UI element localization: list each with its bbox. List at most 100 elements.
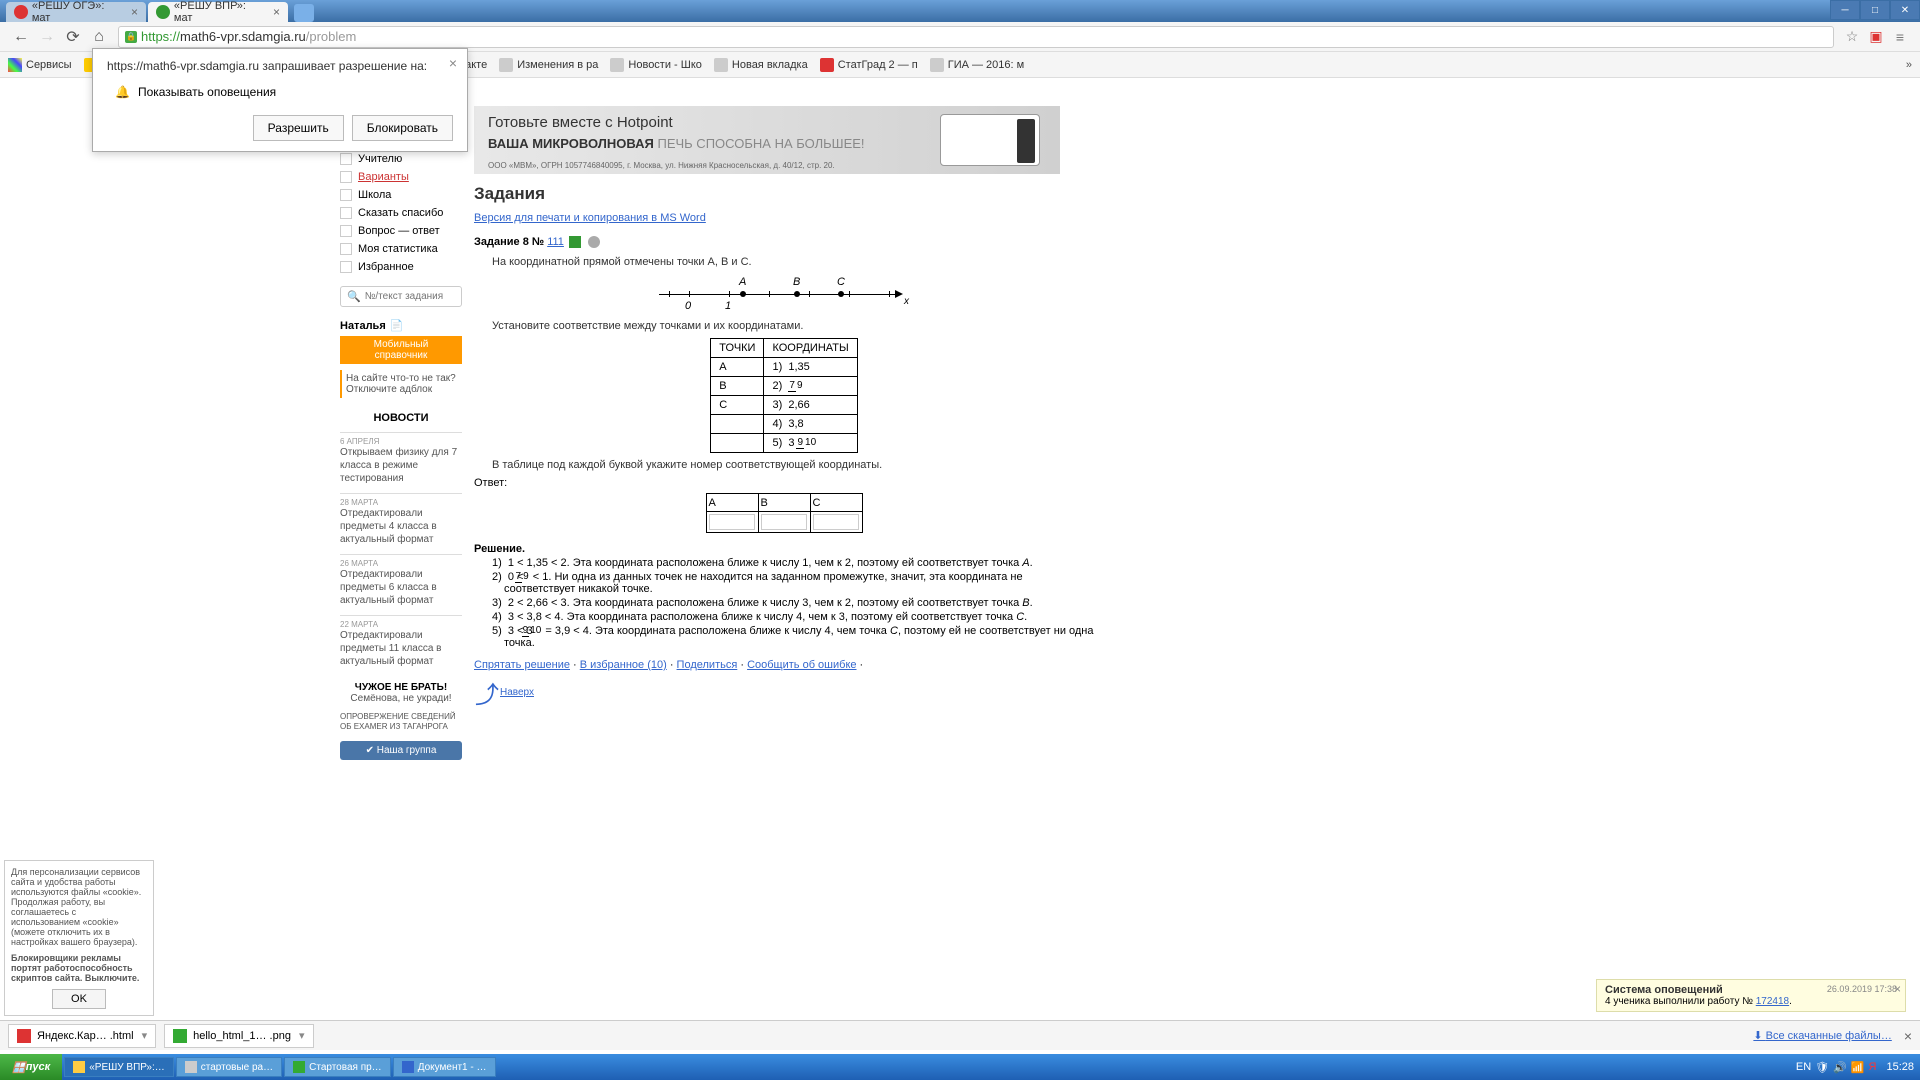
favorite-link[interactable]: В избранное (10) bbox=[580, 659, 667, 671]
minimize-button[interactable]: ─ bbox=[1831, 1, 1859, 19]
browser-tab[interactable]: «РЕШУ ОГЭ»: мат × bbox=[6, 2, 146, 22]
browser-tab[interactable]: «РЕШУ ВПР»: мат × bbox=[148, 2, 288, 22]
permission-text: https://math6-vpr.sdamgia.ru запрашивает… bbox=[107, 59, 453, 73]
permission-item: 🔔 Показывать оповещения bbox=[115, 85, 453, 99]
language-indicator[interactable]: EN bbox=[1796, 1061, 1811, 1073]
adblock-notice: На сайте что-то не так? Отключите адблок bbox=[340, 370, 462, 398]
taskbar-item[interactable]: Документ1 - … bbox=[393, 1057, 496, 1077]
hide-solution-link[interactable]: Спрятать решение bbox=[474, 659, 570, 671]
taskbar-item[interactable]: стартовые ра… bbox=[176, 1057, 282, 1077]
handbook-button[interactable]: Мобильный справочник bbox=[340, 336, 462, 364]
report-error-link[interactable]: Сообщить об ошибке bbox=[747, 659, 856, 671]
sidebar-item[interactable]: Школа bbox=[340, 186, 462, 204]
tray-icon[interactable]: 🛡 bbox=[1815, 1061, 1829, 1074]
share-link[interactable]: Поделиться bbox=[677, 659, 738, 671]
show-all-downloads-link[interactable]: ⬇ Все скачанные файлы… bbox=[1753, 1029, 1891, 1042]
answer-table: ABC bbox=[706, 493, 863, 533]
disclaimer[interactable]: ОПРОВЕРЖЕНИЕ СВЕДЕНИЙ ОБ EXAMER ИЗ ТАГАН… bbox=[340, 712, 462, 733]
tab-favicon-icon bbox=[14, 5, 28, 19]
news-item[interactable]: 28 МАРТАОтредактировали предметы 4 класс… bbox=[340, 493, 462, 546]
sidebar-item[interactable]: Вопрос — ответ bbox=[340, 222, 462, 240]
task-dot-icon[interactable] bbox=[588, 236, 600, 248]
bookmark-item[interactable]: Новости - Шко bbox=[610, 58, 702, 72]
clock[interactable]: 15:28 bbox=[1886, 1061, 1914, 1073]
download-item[interactable]: hello_html_1… .png ▾ bbox=[164, 1024, 313, 1048]
task-text: На координатной прямой отмечены точки A,… bbox=[492, 256, 1094, 268]
apps-button[interactable]: Сервисы bbox=[8, 58, 72, 72]
answer-input-a[interactable] bbox=[709, 514, 755, 530]
close-button[interactable]: ✕ bbox=[1891, 1, 1919, 19]
sidebar-item[interactable]: Учителю bbox=[340, 150, 462, 168]
vk-group-button[interactable]: ✔ Наша группа bbox=[340, 741, 462, 760]
sidebar-item[interactable]: Сказать спасибо bbox=[340, 204, 462, 222]
to-top-link[interactable]: ⤴ Наверх bbox=[474, 679, 1094, 705]
block-button[interactable]: Блокировать bbox=[352, 115, 453, 141]
answer-input-b[interactable] bbox=[761, 514, 807, 530]
ad-fine-print: ООО «МВМ», ОГРН 1057746840095, г. Москва… bbox=[488, 161, 835, 170]
news-item[interactable]: 6 АПРЕЛЯОткрываем физику для 7 класса в … bbox=[340, 432, 462, 485]
bookmark-item[interactable]: СтатГрад 2 — п bbox=[820, 58, 918, 72]
close-icon[interactable]: × bbox=[449, 55, 457, 71]
tray-icon[interactable]: 🔊 bbox=[1833, 1061, 1847, 1074]
search-input[interactable] bbox=[365, 291, 445, 302]
cookie-text: Для персонализации сервисов сайта и удоб… bbox=[11, 867, 147, 947]
task-number-link[interactable]: 111 bbox=[547, 236, 564, 248]
toast-title: Система оповещений bbox=[1605, 984, 1723, 996]
downloads-bar: Яндекс.Кар… .html ▾ hello_html_1… .png ▾… bbox=[0, 1020, 1920, 1050]
task-status-icon[interactable] bbox=[569, 236, 581, 248]
tray-icon[interactable]: Я bbox=[1869, 1061, 1877, 1073]
close-icon[interactable]: × bbox=[131, 5, 138, 19]
forward-button[interactable]: → bbox=[36, 26, 58, 48]
bookmark-item[interactable]: ГИА — 2016: м bbox=[930, 58, 1024, 72]
download-item[interactable]: Яндекс.Кар… .html ▾ bbox=[8, 1024, 156, 1048]
tab-favicon-icon bbox=[156, 5, 170, 19]
allow-button[interactable]: Разрешить bbox=[253, 115, 344, 141]
file-icon bbox=[17, 1029, 31, 1043]
task-actions: Спрятать решение · В избранное (10) · По… bbox=[474, 659, 1094, 671]
ok-button[interactable]: OK bbox=[52, 989, 106, 1009]
menu-icon[interactable]: ≡ bbox=[1890, 27, 1910, 47]
bell-icon: 🔔 bbox=[115, 85, 130, 99]
url-input[interactable]: 🔒 https://math6-vpr.sdamgia.ru/problem bbox=[118, 26, 1834, 48]
maximize-button[interactable]: □ bbox=[1861, 1, 1889, 19]
task-text: В таблице под каждой буквой укажите номе… bbox=[492, 459, 1094, 471]
print-link[interactable]: Версия для печати и копирования в MS Wor… bbox=[474, 212, 1094, 224]
page-title: Задания bbox=[474, 184, 1094, 204]
taskbar-item[interactable]: «РЕШУ ВПР»:… bbox=[64, 1057, 174, 1077]
coordinates-table: ТОЧКИКООРДИНАТЫ A1) 1,35 B2) 79 C3) 2,66… bbox=[710, 338, 857, 453]
user-name[interactable]: Наталья 📄 bbox=[340, 319, 462, 332]
section-text[interactable]: Семёнова, не укради! bbox=[340, 693, 462, 704]
answer-input-c[interactable] bbox=[813, 514, 859, 530]
sidebar-item[interactable]: Варианты bbox=[340, 168, 462, 186]
start-button[interactable]: 🪟 пуск bbox=[0, 1054, 62, 1080]
sidebar-item[interactable]: Моя статистика bbox=[340, 240, 462, 258]
tray-icon[interactable]: 📶 bbox=[1851, 1061, 1865, 1074]
ad-banner[interactable]: Готовьте вместе с Hotpoint ВАША МИКРОВОЛ… bbox=[474, 106, 1060, 174]
news-item[interactable]: 26 МАРТАОтредактировали предметы 6 класс… bbox=[340, 554, 462, 607]
extension-icon[interactable]: ▣ bbox=[1866, 27, 1886, 47]
bookmark-item[interactable]: Изменения в ра bbox=[499, 58, 598, 72]
home-button[interactable]: ⌂ bbox=[88, 26, 110, 48]
url-text: https://math6-vpr.sdamgia.ru/problem bbox=[141, 29, 356, 44]
reload-button[interactable]: ⟳ bbox=[62, 26, 84, 48]
taskbar-item[interactable]: Стартовая пр… bbox=[284, 1057, 391, 1077]
new-tab-button[interactable] bbox=[294, 4, 314, 22]
system-tray: EN 🛡 🔊 📶 Я 15:28 bbox=[1790, 1061, 1920, 1074]
back-button[interactable]: ← bbox=[10, 26, 32, 48]
search-icon: 🔍 bbox=[347, 290, 361, 303]
tab-title: «РЕШУ ОГЭ»: мат bbox=[32, 0, 125, 24]
close-icon[interactable]: × bbox=[273, 5, 280, 19]
section-heading: ЧУЖОЕ НЕ БРАТЬ! bbox=[340, 682, 462, 693]
windows-taskbar: 🪟 пуск «РЕШУ ВПР»:… стартовые ра… Старто… bbox=[0, 1054, 1920, 1080]
sidebar-item[interactable]: Избранное bbox=[340, 258, 462, 276]
star-icon[interactable]: ☆ bbox=[1842, 27, 1862, 47]
bookmark-item[interactable]: Новая вкладка bbox=[714, 58, 808, 72]
news-item[interactable]: 22 МАРТАОтредактировали предметы 11 клас… bbox=[340, 615, 462, 668]
close-icon[interactable]: × bbox=[1904, 1028, 1912, 1044]
close-icon[interactable]: × bbox=[1894, 982, 1901, 996]
search-box[interactable]: 🔍 bbox=[340, 286, 462, 307]
toast-link[interactable]: 172418 bbox=[1756, 996, 1789, 1007]
toast-time: 26.09.2019 17:38 bbox=[1827, 984, 1897, 994]
file-icon bbox=[173, 1029, 187, 1043]
bookmarks-overflow[interactable]: » bbox=[1906, 59, 1912, 71]
